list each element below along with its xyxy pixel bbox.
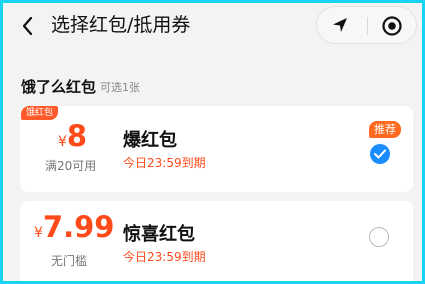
- select-checkbox-checked[interactable]: [370, 144, 390, 164]
- amount-value: 8: [66, 119, 88, 153]
- back-button[interactable]: [15, 13, 41, 39]
- section-subtitle: 可选1张: [100, 81, 140, 94]
- checkmark-icon: [374, 149, 386, 159]
- coupon-condition: 满20可用: [45, 159, 97, 173]
- navigation-arrow-icon: [333, 18, 347, 32]
- coupon-tag: 饿红包: [21, 106, 59, 120]
- location-button[interactable]: [317, 7, 367, 43]
- mini-program-capsule: [316, 6, 417, 44]
- coupon-card[interactable]: 饿红包 ¥8 满20可用 爆红包 今日23:59到期 推荐: [20, 106, 413, 192]
- select-checkbox-unchecked[interactable]: [369, 227, 389, 247]
- coupon-amount: ¥7.99: [34, 210, 114, 244]
- coupon-card[interactable]: ¥7.99 无门槛 惊喜红包 今日23:59到期: [20, 201, 413, 281]
- coupon-expire: 今日23:59到期: [123, 156, 206, 170]
- screen: 选择红包/抵用券 饿了么红包 可选1张 饿红包 ¥8 满20可用 爆红包 今日2…: [0, 0, 425, 284]
- coupon-name: 爆红包: [123, 130, 177, 151]
- currency-symbol: ¥: [58, 134, 67, 150]
- coupon-condition: 无门槛: [51, 254, 88, 268]
- target-circle-icon: [382, 16, 402, 36]
- coupon-expire: 今日23:59到期: [123, 250, 206, 264]
- section-title: 饿了么红包: [21, 78, 97, 96]
- close-miniprogram-button[interactable]: [368, 7, 418, 43]
- amount-value: 7.99: [42, 210, 115, 244]
- recommend-badge: 推荐: [369, 121, 401, 138]
- chevron-left-icon: [22, 16, 33, 36]
- page-title: 选择红包/抵用券: [51, 14, 191, 36]
- currency-symbol: ¥: [34, 225, 43, 241]
- top-bar: 选择红包/抵用券: [3, 3, 422, 49]
- coupon-name: 惊喜红包: [123, 224, 195, 245]
- coupon-amount: ¥8: [58, 119, 87, 153]
